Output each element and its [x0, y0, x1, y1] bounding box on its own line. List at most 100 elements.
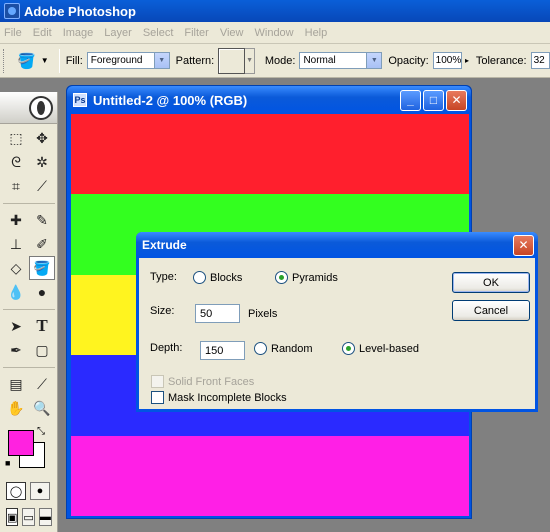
blur-tool-icon[interactable]: 💧: [3, 280, 29, 304]
zoom-tool-icon[interactable]: 🔍: [29, 396, 55, 420]
standard-mode-icon[interactable]: ◯: [6, 482, 26, 500]
color-swatches: ⤡ ■: [3, 426, 54, 474]
size-unit-label: Pixels: [248, 307, 278, 320]
options-bar: 🪣 ▼ Fill: Foreground ▼ Pattern: ▼ Mode: …: [0, 44, 550, 78]
move-tool-icon[interactable]: ✥: [29, 126, 55, 150]
brush-tool-icon[interactable]: ✎: [29, 208, 55, 232]
pattern-dropdown-icon[interactable]: ▼: [245, 47, 255, 74]
fill-label: Fill:: [65, 54, 83, 67]
dodge-tool-icon[interactable]: ●: [29, 280, 55, 304]
pen-tool-icon[interactable]: ✒: [3, 338, 29, 362]
foreground-color-swatch[interactable]: [8, 430, 34, 456]
depth-level-radio[interactable]: [342, 342, 355, 355]
solid-front-faces-option: Solid Front Faces: [151, 375, 254, 388]
menu-edit[interactable]: Edit: [33, 27, 52, 39]
fill-select[interactable]: Foreground ▼: [86, 52, 170, 69]
mode-select[interactable]: Normal ▼: [299, 52, 383, 69]
path-selection-tool-icon[interactable]: ➤: [3, 314, 29, 338]
opacity-slider-arrow-icon[interactable]: ▸: [462, 52, 472, 69]
standard-screen-mode-icon[interactable]: ▣: [6, 508, 19, 526]
type-pyramids-radio[interactable]: [275, 271, 288, 284]
mode-label: Mode:: [264, 54, 296, 67]
magic-wand-tool-icon[interactable]: ✲: [29, 150, 55, 174]
depth-input[interactable]: 150: [200, 341, 245, 360]
canvas-stripe-red: [71, 114, 469, 195]
solid-front-faces-label: Solid Front Faces: [168, 375, 255, 388]
hand-tool-icon[interactable]: ✋: [3, 396, 29, 420]
screen-mode-buttons: ▣ ▭ ▬: [0, 504, 57, 530]
chevron-down-icon: ▼: [366, 53, 382, 68]
depth-level-label: Level-based: [359, 342, 419, 355]
type-tool-icon[interactable]: T: [29, 314, 55, 338]
type-label: Type:: [150, 271, 177, 283]
type-blocks-option[interactable]: Blocks: [193, 271, 242, 284]
full-screen-menu-mode-icon[interactable]: ▭: [22, 508, 35, 526]
menu-view[interactable]: View: [220, 27, 244, 39]
toolbox-header: [0, 92, 57, 124]
type-blocks-label: Blocks: [210, 271, 243, 284]
mask-incomplete-blocks-checkbox[interactable]: [151, 391, 164, 404]
ok-button[interactable]: OK: [452, 272, 530, 293]
depth-random-radio[interactable]: [254, 342, 267, 355]
size-label: Size:: [150, 305, 175, 317]
quick-mask-mode-icon[interactable]: ●: [30, 482, 50, 500]
mask-incomplete-blocks-option[interactable]: Mask Incomplete Blocks: [151, 391, 287, 404]
default-colors-icon[interactable]: ■: [5, 458, 10, 468]
eyedropper-tool-icon[interactable]: ⟋: [29, 372, 55, 396]
menu-image[interactable]: Image: [63, 27, 94, 39]
swap-colors-icon[interactable]: ⤡: [37, 426, 45, 437]
minimize-button[interactable]: _: [400, 89, 421, 111]
paint-bucket-tool-icon[interactable]: 🪣: [29, 256, 55, 280]
depth-level-option[interactable]: Level-based: [342, 342, 419, 355]
healing-brush-tool-icon[interactable]: ✚: [3, 208, 29, 232]
dialog-close-button[interactable]: ✕: [513, 234, 534, 256]
pattern-swatch[interactable]: [218, 47, 246, 74]
opacity-label: Opacity:: [388, 54, 429, 67]
crop-tool-icon[interactable]: ⌗: [3, 174, 29, 198]
chevron-down-icon: ▼: [153, 53, 169, 68]
document-icon: Ps: [73, 93, 87, 107]
type-pyramids-label: Pyramids: [292, 271, 338, 284]
options-bar-grip[interactable]: [3, 48, 6, 73]
menu-help[interactable]: Help: [305, 27, 328, 39]
mode-select-value: Normal: [303, 55, 336, 66]
type-pyramids-option[interactable]: Pyramids: [275, 271, 338, 284]
type-blocks-radio[interactable]: [193, 271, 206, 284]
close-button[interactable]: ✕: [446, 89, 467, 111]
lasso-tool-icon[interactable]: ᘓ: [3, 150, 29, 174]
full-screen-mode-icon[interactable]: ▬: [38, 508, 52, 526]
history-brush-tool-icon[interactable]: ✐: [29, 232, 55, 256]
app-title-bar: Adobe Photoshop: [0, 0, 550, 22]
tool-preset-dropdown-icon[interactable]: ▼: [41, 56, 49, 65]
slice-tool-icon[interactable]: ⟋: [29, 174, 55, 198]
maximize-button[interactable]: □: [423, 89, 444, 111]
toolbox: ⬚ ✥ ᘓ ✲ ⌗ ⟋ ✚ ✎ ⊥ ✐ ◇ 🪣 💧 ● ➤ T ✒ ▢ ▤ ⟋ …: [0, 92, 58, 532]
menu-select[interactable]: Select: [143, 27, 174, 39]
adobe-online-eye-icon[interactable]: [29, 95, 53, 120]
canvas-stripe-magenta: [71, 435, 469, 516]
marquee-tool-icon[interactable]: ⬚: [3, 126, 29, 150]
clone-stamp-tool-icon[interactable]: ⊥: [3, 232, 29, 256]
shape-tool-icon[interactable]: ▢: [29, 338, 55, 362]
notes-tool-icon[interactable]: ▤: [3, 372, 29, 396]
divider: [58, 48, 60, 73]
document-title-bar[interactable]: Ps Untitled-2 @ 100% (RGB) _ □ ✕: [67, 86, 471, 114]
fill-select-value: Foreground: [90, 55, 143, 66]
menu-file[interactable]: File: [4, 27, 22, 39]
photoshop-logo-icon: [4, 3, 20, 19]
eraser-tool-icon[interactable]: ◇: [3, 256, 29, 280]
depth-random-option[interactable]: Random: [254, 342, 313, 355]
app-title: Adobe Photoshop: [24, 3, 136, 19]
menu-layer[interactable]: Layer: [104, 27, 132, 39]
tolerance-input[interactable]: 32: [530, 52, 550, 69]
menu-bar: File Edit Image Layer Select Filter View…: [0, 22, 550, 44]
paint-bucket-tool-icon[interactable]: 🪣: [12, 48, 41, 74]
opacity-input[interactable]: 100%: [432, 52, 463, 69]
menu-filter[interactable]: Filter: [184, 27, 208, 39]
extrude-dialog: Extrude ✕ Type: Blocks Pyramids Size: 50…: [136, 232, 538, 412]
cancel-button[interactable]: Cancel: [452, 300, 530, 321]
size-input[interactable]: 50: [195, 304, 240, 323]
dialog-title-bar[interactable]: Extrude ✕: [136, 232, 538, 258]
tool-grid: ⬚ ✥ ᘓ ✲ ⌗ ⟋ ✚ ✎ ⊥ ✐ ◇ 🪣 💧 ● ➤ T ✒ ▢ ▤ ⟋ …: [0, 124, 57, 422]
menu-window[interactable]: Window: [255, 27, 294, 39]
